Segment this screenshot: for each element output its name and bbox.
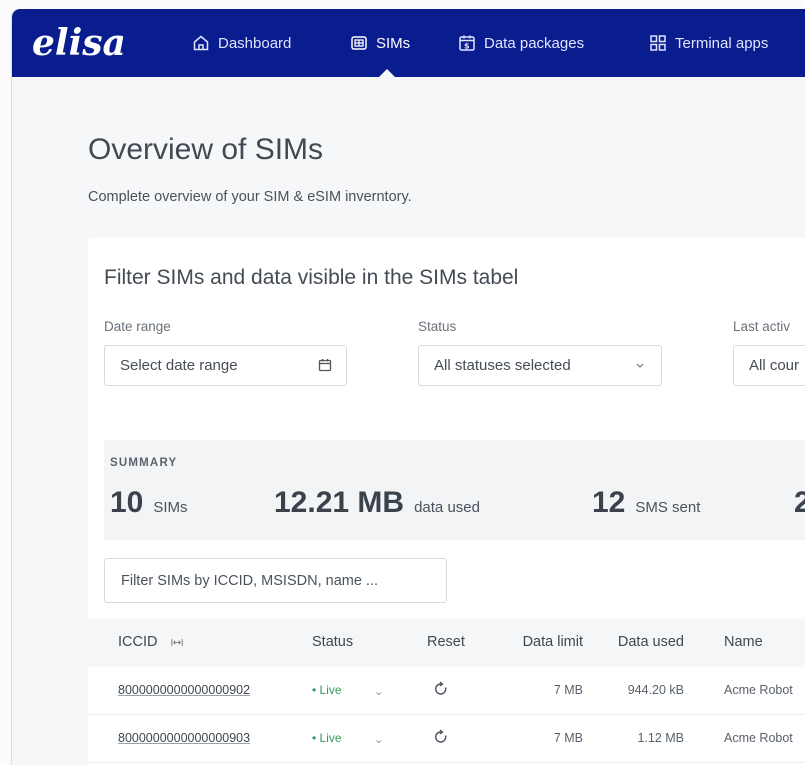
iccid-link[interactable]: 8000000000000000902 [118,683,250,697]
nav-terminal-apps-label: Terminal apps [675,34,769,52]
sim-card-icon [351,36,367,50]
column-iccid[interactable]: ICCID [118,634,184,650]
elisa-logo[interactable]: elisa [30,23,140,63]
column-status[interactable]: Status [312,634,353,650]
last-active-value: All cour [749,357,800,374]
summary-partial-stat: 2 [794,486,805,520]
iccid-link[interactable]: 8000000000000000903 [118,731,250,745]
sim-search-placeholder: Filter SIMs by ICCID, MSISDN, name ... [121,572,379,589]
active-nav-indicator [379,69,395,77]
filter-title: Filter SIMs and data visible in the SIMs… [104,266,519,289]
status-dropdown-chevron-icon[interactable]: ⌄ [374,685,383,698]
home-icon [193,35,209,51]
nav-sims-label: SIMs [376,34,411,52]
column-name[interactable]: Name [724,634,763,650]
partial-stat-value: 2 [794,486,805,520]
reset-icon[interactable] [433,681,449,697]
page-subtitle: Complete overview of your SIM & eSIM inv… [88,189,412,205]
date-range-label: Date range [104,319,171,334]
chevron-down-icon [636,363,644,368]
grid-apps-icon [650,35,666,51]
data-limit-cell: 7 MB [553,731,583,745]
table-row[interactable]: 8000000000000000903 • Live ⌄ 7 MB 1.12 M… [88,715,805,763]
data-package-icon: $ [459,35,475,51]
summary-label: SUMMARY [110,457,178,469]
summary-data-used: 12.21 MB data used [274,486,480,520]
summary-sims: 10 SIMs [110,486,188,520]
status-filter-label: Status [418,319,457,334]
data-limit-cell: 7 MB [553,683,583,697]
status-badge: • Live [312,731,342,745]
sms-sent-label: SMS sent [635,499,701,516]
column-resize-icon[interactable] [171,638,184,647]
date-range-value: Select date range [120,357,238,374]
nav-data-packages[interactable]: $ Data packages [458,31,584,55]
calendar-icon [318,359,332,372]
column-data-used[interactable]: Data used [602,634,684,650]
column-reset[interactable]: Reset [427,634,465,650]
status-dropdown-chevron-icon[interactable]: ⌄ [374,733,383,746]
name-cell: Acme Robot [724,683,793,697]
sims-table-header: ICCID Status Reset Data limit Data used … [88,619,805,667]
date-range-picker[interactable]: Select date range [104,345,347,386]
last-active-select[interactable]: All cour [733,345,805,386]
sims-count: 10 [110,486,144,519]
summary-panel: SUMMARY 10 SIMs 12.21 MB data used 12 SM… [104,440,805,540]
last-active-label: Last activ [733,319,791,334]
data-used-label: data used [414,499,480,516]
nav-data-packages-label: Data packages [484,34,585,52]
data-used-cell: 944.20 kB [627,683,684,697]
status-select-value: All statuses selected [434,357,571,374]
column-iccid-label: ICCID [118,634,158,650]
nav-dashboard[interactable]: Dashboard [192,31,291,55]
status-select[interactable]: All statuses selected [418,345,662,386]
nav-sims[interactable]: SIMs [350,31,410,55]
summary-sms-sent: 12 SMS sent [592,486,700,520]
sms-sent-value: 12 [592,486,626,519]
name-cell: Acme Robot [724,731,793,745]
table-row[interactable]: 8000000000000000902 • Live ⌄ 7 MB 944.20… [88,667,805,715]
data-used-cell: 1.12 MB [637,731,684,745]
page-title: Overview of SIMs [88,133,324,166]
nav-terminal-apps[interactable]: Terminal apps [649,31,768,55]
reset-icon[interactable] [433,729,449,745]
app-window: elisa Dashboard SIMs $ Data packages Ter… [11,9,805,765]
svg-text:$: $ [464,42,470,51]
top-navbar: elisa Dashboard SIMs $ Data packages Ter… [12,9,805,77]
sim-search-input[interactable]: Filter SIMs by ICCID, MSISDN, name ... [104,558,447,603]
status-badge: • Live [312,683,342,697]
svg-text:elisa: elisa [32,23,126,63]
sims-count-label: SIMs [153,499,188,516]
nav-dashboard-label: Dashboard [218,34,292,52]
column-data-limit[interactable]: Data limit [502,634,583,650]
sims-card: Filter SIMs and data visible in the SIMs… [88,238,805,765]
data-used-value: 12.21 MB [274,486,405,519]
